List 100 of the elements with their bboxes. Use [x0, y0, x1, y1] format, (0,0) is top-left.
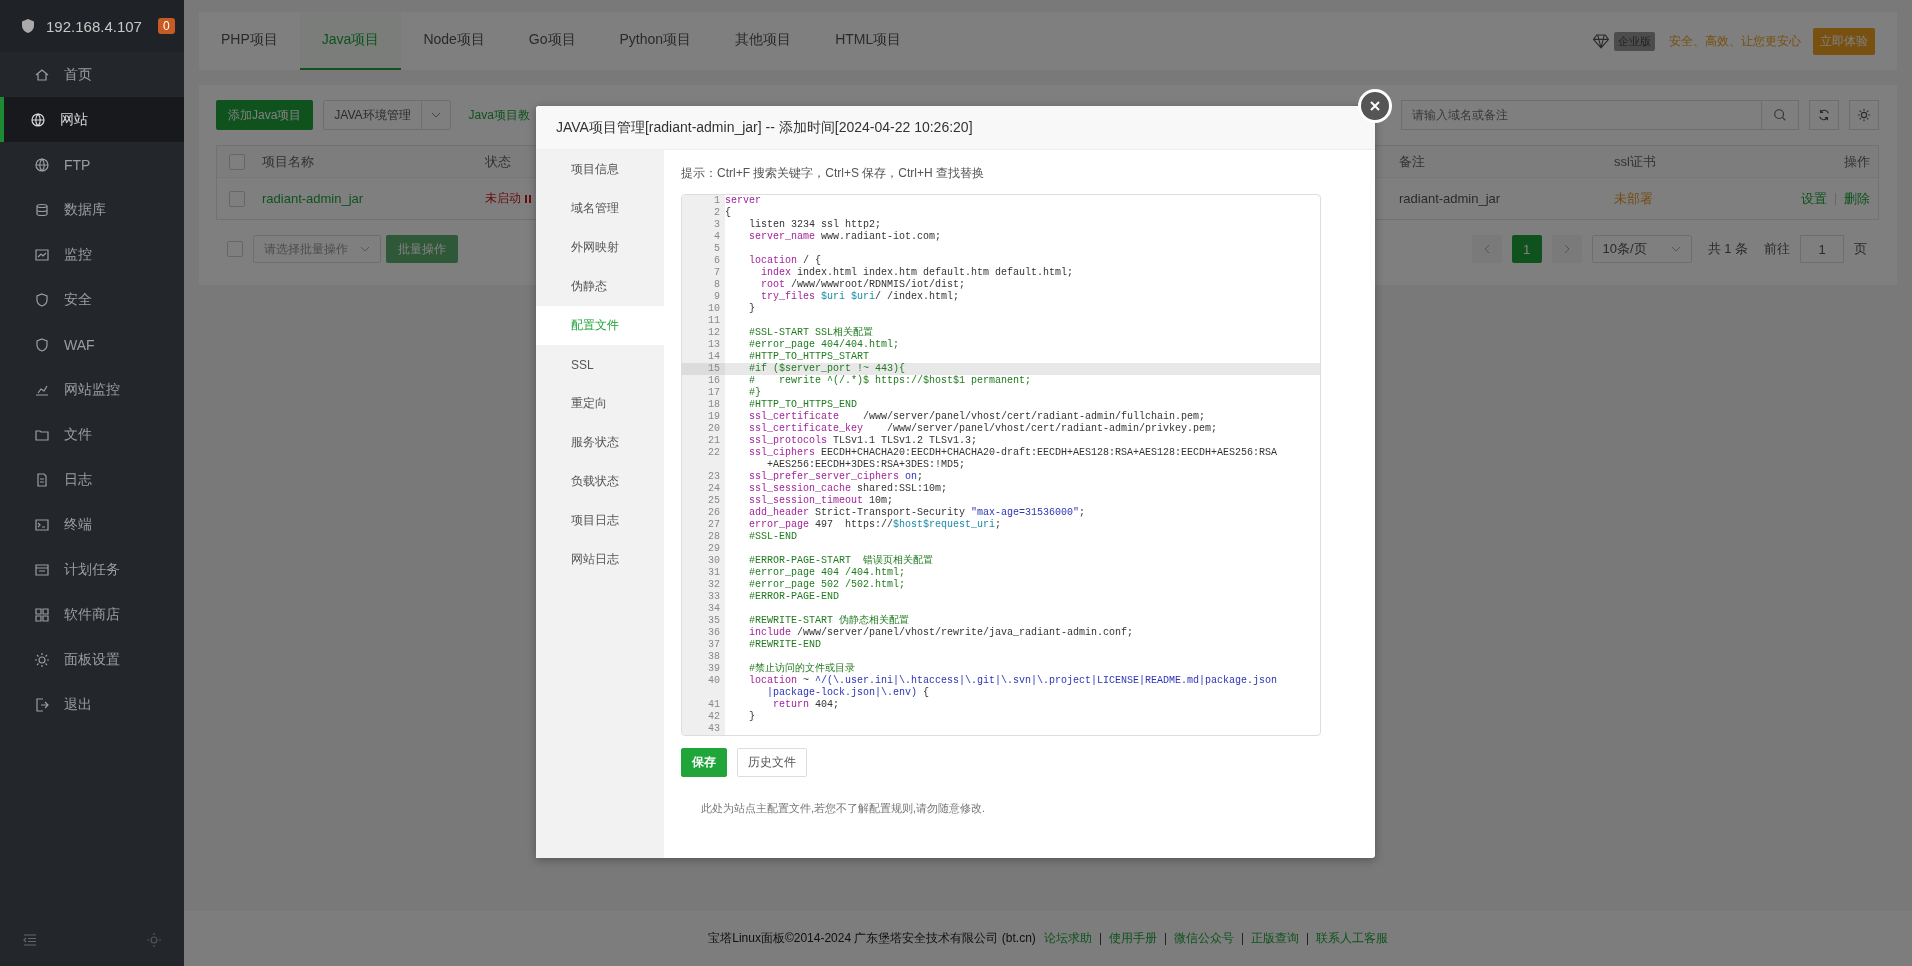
- line-number: 14: [682, 351, 725, 363]
- code-line: #ERROR-PAGE-START 错误页相关配置: [748, 555, 935, 567]
- tab[interactable]: Python项目: [597, 12, 714, 70]
- env-dropdown[interactable]: JAVA环境管理: [323, 100, 451, 130]
- dialog-nav-item[interactable]: 负载状态: [536, 462, 664, 501]
- code-line: ssl_certificate_key /www/server/panel/vhost/cert/radiant-admin/privkey.pem;: [748, 423, 1219, 435]
- dialog-nav-item[interactable]: 项目信息: [536, 150, 664, 189]
- server-address: 192.168.4.107: [46, 17, 142, 35]
- tab[interactable]: PHP项目: [199, 12, 300, 70]
- sidebar-item[interactable]: 软件商店: [0, 592, 184, 637]
- search-field[interactable]: 请输入域名或备注: [1401, 100, 1761, 130]
- code-line: # rewrite ^(/.*)$ https://$host$1 permanent;: [748, 375, 1033, 387]
- page-size-select[interactable]: 10条/页: [1591, 235, 1692, 263]
- sidebar-item[interactable]: 终端: [0, 502, 184, 547]
- code-line: ssl_prefer_server_ciphers on;: [748, 471, 925, 483]
- page-input[interactable]: 1: [1800, 235, 1844, 263]
- notification-badge[interactable]: 0: [157, 18, 175, 34]
- add-project-button[interactable]: 添加Java项目: [216, 100, 314, 130]
- dialog-nav-item[interactable]: 重定向: [536, 384, 664, 423]
- code-line: #SSL-END: [748, 531, 799, 543]
- line-number: 1: [682, 195, 725, 207]
- history-button[interactable]: 历史文件: [737, 748, 807, 777]
- sidebar-item[interactable]: 数据库: [0, 187, 184, 232]
- footer-link[interactable]: 微信公众号: [1173, 930, 1234, 947]
- sidebar-item[interactable]: 退出: [0, 682, 184, 727]
- page-button[interactable]: 1: [1511, 235, 1542, 263]
- code-line: ssl_session_timeout 10m;: [748, 495, 895, 507]
- line-number: 17: [682, 387, 725, 399]
- dialog-nav-item[interactable]: 域名管理: [536, 189, 664, 228]
- line-number: 11: [682, 315, 725, 327]
- sidebar-item[interactable]: 网站监控: [0, 367, 184, 412]
- code-line: listen 3234 ssl http2;: [748, 219, 883, 231]
- code-line: #SSL-START SSL相关配置: [748, 327, 875, 339]
- action-link[interactable]: 设置: [1801, 189, 1827, 208]
- dialog-nav-item[interactable]: 服务状态: [536, 423, 664, 462]
- line-number: 20: [682, 423, 725, 435]
- line-number: 26: [682, 507, 725, 519]
- line-number: 35: [682, 615, 725, 627]
- code-line: #ERROR-PAGE-END: [748, 591, 841, 603]
- tab[interactable]: Node项目: [401, 12, 507, 70]
- footer-link[interactable]: 正版查询: [1250, 930, 1299, 947]
- line-number: 23: [682, 471, 725, 483]
- code-line: include /www/server/panel/vhost/rewrite/java_radiant-admin.conf;: [748, 627, 1135, 639]
- code-line: location / {: [748, 255, 823, 267]
- code-line: add_header Strict-Transport-Security "max-age=31536000";: [748, 507, 1087, 519]
- column-header: 操作: [1844, 152, 1870, 171]
- line-number: 32: [682, 579, 725, 591]
- sidebar-item[interactable]: 安全: [0, 277, 184, 322]
- tab[interactable]: HTML项目: [813, 12, 924, 70]
- line-number: 43: [682, 723, 725, 735]
- line-number: 19: [682, 411, 725, 423]
- code-line: #error_page 502 /502.html;: [748, 579, 907, 591]
- column-header: 状态: [485, 152, 512, 171]
- sidebar-item[interactable]: FTP: [0, 142, 184, 187]
- footer-link[interactable]: 使用手册: [1108, 930, 1157, 947]
- line-number: 38: [682, 651, 725, 663]
- action-link[interactable]: 删除: [1844, 189, 1870, 208]
- code-line: #HTTP_TO_HTTPS_START: [748, 351, 871, 363]
- line-number: 29: [682, 543, 725, 555]
- code-line: #if ($server_port !~ 443){: [748, 363, 907, 375]
- code-line: #禁止访问的文件或目录: [748, 663, 857, 675]
- dialog-title: JAVA项目管理[radiant-admin_jar] -- 添加时间[2024-04-22 10:26:20]: [536, 106, 1375, 150]
- code-line: ssl_ciphers EECDH+CHACHA20:EECDH+CHACHA20-draft:EECDH+AES128:RSA+AES128:EECDH+AES256:RSA+AES256:EECDH+3DES:RSA+3DES:!MD5;: [748, 447, 1279, 471]
- dialog-nav-item[interactable]: 伪静态: [536, 267, 664, 306]
- tutorial-link[interactable]: Java项目教: [468, 106, 530, 124]
- sidebar-item[interactable]: WAF: [0, 322, 184, 367]
- sidebar-item[interactable]: 首页: [0, 52, 184, 97]
- ssl-status: 未部署: [1614, 189, 1654, 208]
- footer-link[interactable]: 论坛求助: [1043, 930, 1092, 947]
- save-button[interactable]: 保存: [681, 748, 727, 777]
- tab[interactable]: 其他项目: [713, 12, 814, 70]
- total-count: 共 1 条: [1707, 240, 1748, 258]
- line-number: 42: [682, 711, 725, 723]
- sidebar-item[interactable]: 日志: [0, 457, 184, 502]
- dialog-nav-item[interactable]: 外网映射: [536, 228, 664, 267]
- project-name-link[interactable]: radiant-admin_jar: [262, 191, 485, 206]
- tab[interactable]: Java项目: [299, 12, 402, 70]
- code-line: #REWRITE-END: [748, 639, 823, 651]
- sidebar-item[interactable]: 面板设置: [0, 637, 184, 682]
- sidebar-item[interactable]: 计划任务: [0, 547, 184, 592]
- dialog-nav-item[interactable]: 网站日志: [536, 540, 664, 579]
- line-number: 16: [682, 375, 725, 387]
- sidebar-item[interactable]: 文件: [0, 412, 184, 457]
- line-number: 12: [682, 327, 725, 339]
- code-line: {: [725, 207, 732, 219]
- dialog-nav-item[interactable]: SSL: [536, 345, 664, 384]
- code-line: try_files $uri $uri/ /index.html;: [760, 291, 961, 303]
- code-line: ssl_protocols TLSv1.1 TLSv1.2 TLSv1.3;: [748, 435, 979, 447]
- footer-link[interactable]: 联系人工客服: [1315, 930, 1388, 947]
- dialog-nav-item[interactable]: 配置文件: [536, 306, 664, 345]
- code-line: #HTTP_TO_HTTPS_END: [748, 399, 859, 411]
- line-number: 7: [682, 267, 725, 279]
- code-line: #error_page 404/404.html;: [748, 339, 901, 351]
- tab[interactable]: Go项目: [506, 12, 598, 70]
- code-line: }: [748, 303, 757, 315]
- dialog-nav-item[interactable]: 项目日志: [536, 501, 664, 540]
- line-number: 13: [682, 339, 725, 351]
- line-number: 30: [682, 555, 725, 567]
- sidebar-item[interactable]: 网站: [0, 97, 184, 142]
- sidebar-item[interactable]: 监控: [0, 232, 184, 277]
